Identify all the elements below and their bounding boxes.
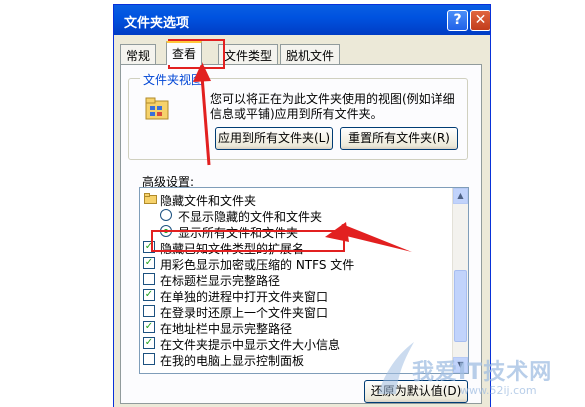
list-item-label: 用彩色显示加密或压缩的 NTFS 文件 xyxy=(160,258,355,272)
checkbox-color-ntfs[interactable]: ✓ xyxy=(143,257,155,269)
folder-view-icon xyxy=(145,97,169,120)
checkbox-title-full-path[interactable] xyxy=(143,273,155,285)
watermark: 我爱IT技术网 www.52ij.com xyxy=(378,342,580,402)
folder-options-dialog: 文件夹选项 ? ✕ 常规 查看 文件类型 脱机文件 文件夹视图 您可以将正在为此… xyxy=(113,4,491,407)
checkbox-separate-process[interactable]: ✓ xyxy=(143,289,155,301)
list-item-label: 在单独的进程中打开文件夹窗口 xyxy=(160,290,329,304)
reset-all-folders-button[interactable]: 重置所有文件夹(R) xyxy=(340,127,458,150)
scroll-thumb[interactable] xyxy=(454,270,467,342)
vertical-scrollbar[interactable]: ▲ ▼ xyxy=(452,188,468,373)
annotation-box-hide-extensions xyxy=(151,230,345,252)
dialog-title: 文件夹选项 xyxy=(124,16,190,31)
checkbox-restore-windows[interactable] xyxy=(143,305,155,317)
list-item-label: 不显示隐藏的文件和文件夹 xyxy=(178,210,323,224)
tab-file-types[interactable]: 文件类型 xyxy=(218,44,279,64)
tab-general[interactable]: 常规 xyxy=(120,44,157,64)
list-item-label: 在标题栏显示完整路径 xyxy=(160,274,281,288)
folder-views-description: 您可以将正在为此文件夹使用的视图(例如详细信息或平铺)应用到所有文件夹。 xyxy=(210,92,455,121)
list-item-label: 在地址栏中显示完整路径 xyxy=(160,322,293,336)
folder-icon xyxy=(144,193,157,204)
apply-to-all-folders-button[interactable]: 应用到所有文件夹(L) xyxy=(215,127,333,150)
close-button[interactable]: ✕ xyxy=(470,10,490,31)
list-item-label: 在我的电脑上显示控制面板 xyxy=(160,354,305,368)
list-item-label: 在登录时还原上一个文件夹窗口 xyxy=(160,306,329,320)
scroll-up-icon[interactable]: ▲ xyxy=(453,188,468,204)
watermark-swoosh-icon xyxy=(378,342,414,394)
list-item-label: 隐藏文件和文件夹 xyxy=(160,194,257,208)
watermark-title: 我爱IT技术网 xyxy=(412,360,553,385)
help-button[interactable]: ? xyxy=(447,10,468,31)
title-bar[interactable]: 文件夹选项 ? ✕ xyxy=(114,5,490,35)
watermark-url: www.52ij.com xyxy=(460,384,537,397)
tab-offline-files[interactable]: 脱机文件 xyxy=(280,44,341,64)
checkbox-file-size-tips[interactable]: ✓ xyxy=(143,337,155,349)
checkbox-control-panel[interactable] xyxy=(143,353,155,365)
advanced-settings-list[interactable]: 隐藏文件和文件夹 不显示隐藏的文件和文件夹 显示所有文件和文件夹 ✓ 隐藏已知文… xyxy=(139,187,469,374)
checkbox-address-full-path[interactable]: ✓ xyxy=(143,321,155,333)
folder-views-legend: 文件夹视图 xyxy=(140,71,207,88)
tab-view[interactable]: 查看 xyxy=(166,41,203,65)
list-item-label: 在文件夹提示中显示文件大小信息 xyxy=(160,338,341,352)
radio-hide-hidden-files[interactable] xyxy=(160,209,172,221)
